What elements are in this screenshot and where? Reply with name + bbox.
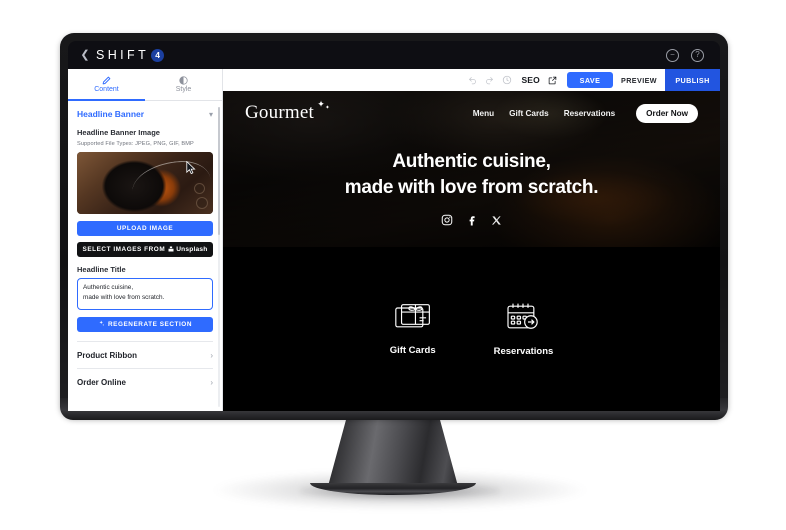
undo-icon[interactable] [464, 72, 481, 89]
site-header: Gourmet ✦ ✦ Menu Gift Cards Reservations… [223, 91, 720, 135]
accordion-order-online[interactable]: Order Online › [77, 368, 213, 395]
chevron-right-icon: › [210, 378, 213, 387]
select-unsplash-button[interactable]: SELECT IMAGES FROM Unsplash [77, 242, 213, 257]
brand-badge: 4 [151, 48, 165, 62]
sidebar-tabs: Content Style [68, 69, 222, 101]
nav-link-menu[interactable]: Menu [473, 109, 494, 118]
tab-style-label: Style [175, 86, 192, 93]
chevron-right-icon: › [210, 351, 213, 360]
image-field-label: Headline Banner Image [77, 128, 160, 137]
sparkle-icon: ✦ [317, 99, 325, 109]
card-reservations-label: Reservations [493, 345, 554, 357]
back-chevron-icon[interactable]: ❮ [78, 46, 92, 64]
redo-icon[interactable] [481, 72, 498, 89]
social-links [223, 214, 720, 226]
regenerate-section-button[interactable]: REGENERATE SECTION [77, 317, 213, 332]
titlebar-controls: − ? [666, 48, 704, 62]
pencil-icon [102, 76, 111, 85]
section-headline-banner[interactable]: Headline Banner ▾ [77, 109, 213, 119]
chevron-down-icon[interactable]: ▾ [209, 110, 213, 119]
card-gift-cards[interactable]: Gift Cards [390, 303, 436, 356]
thumbnail-bowl-1 [193, 183, 205, 194]
card-reservations[interactable]: Reservations [493, 302, 554, 357]
calendar-arrow-icon [506, 302, 540, 337]
monitor-scene: ❮ SHIFT 4 − ? Content Style Headline Ban… [0, 0, 786, 530]
instagram-icon[interactable] [441, 214, 453, 226]
tab-style[interactable]: Style [145, 69, 222, 100]
site-logo-text: Gourmet [245, 102, 314, 123]
sparkle-small-icon: ✦ [325, 105, 330, 111]
section-title: Headline Banner [77, 109, 145, 119]
unsplash-button-prefix: SELECT IMAGES FROM [82, 246, 166, 253]
site-logo[interactable]: Gourmet ✦ ✦ [245, 99, 330, 124]
shift4-logo: SHIFT 4 [96, 48, 165, 62]
unsplash-icon [168, 246, 174, 254]
publish-button[interactable]: PUBLISH [665, 69, 720, 91]
save-button[interactable]: SAVE [567, 72, 613, 88]
site-nav-links: Menu Gift Cards Reservations Order Now [473, 103, 698, 123]
history-clock-icon[interactable] [498, 72, 515, 89]
quick-links-band: Gift Cards Reservations [223, 247, 720, 411]
image-field-hint: Supported File Types: JPEG, PNG, GIF, BM… [77, 141, 194, 147]
banner-image-thumbnail[interactable] [77, 152, 213, 214]
brand-text: SHIFT [96, 48, 150, 62]
tab-content[interactable]: Content [68, 69, 145, 101]
app-window: Content Style Headline Banner ▾ Headline… [68, 69, 720, 411]
editor-toolbar: SEO SAVE PREVIEW PUBLISH [223, 69, 720, 91]
gift-card-icon [394, 303, 431, 336]
x-twitter-icon[interactable] [491, 214, 502, 226]
order-now-button[interactable]: Order Now [636, 103, 698, 123]
hero-headline-line1: Authentic cuisine, [392, 151, 551, 172]
nav-link-reservations[interactable]: Reservations [564, 109, 615, 118]
nav-link-gift-cards[interactable]: Gift Cards [509, 109, 549, 118]
monitor-stand-neck [327, 412, 459, 490]
minimize-circle-icon[interactable]: − [666, 48, 679, 62]
editor-sidebar: Content Style Headline Banner ▾ Headline… [68, 69, 223, 411]
upload-image-button[interactable]: UPLOAD IMAGE [77, 221, 213, 236]
card-gift-cards-label: Gift Cards [389, 344, 436, 356]
headline-title-label: Headline Title [77, 265, 126, 274]
facebook-icon[interactable] [466, 214, 478, 226]
app-titlebar: ❮ SHIFT 4 − ? [68, 41, 720, 69]
sidebar-scroll-area: Headline Banner ▾ Headline Banner Image … [68, 101, 222, 411]
accordion-product-ribbon-label: Product Ribbon [77, 351, 137, 360]
regenerate-label: REGENERATE SECTION [108, 321, 192, 328]
sidebar-scrollbar-thumb[interactable] [217, 107, 220, 235]
unsplash-brand: Unsplash [168, 246, 207, 254]
accordion-order-online-label: Order Online [77, 378, 126, 387]
external-link-icon[interactable] [544, 72, 561, 89]
accordion-product-ribbon[interactable]: Product Ribbon › [77, 341, 213, 368]
hero-headline: Authentic cuisine, made with love from s… [223, 149, 720, 200]
hero-section: Gourmet ✦ ✦ Menu Gift Cards Reservations… [223, 91, 720, 247]
sparkle-icon [98, 320, 105, 329]
unsplash-name: Unsplash [176, 246, 208, 253]
hero-headline-line2: made with love from scratch. [344, 176, 599, 198]
headline-title-input[interactable]: Authentic cuisine, made with love from s… [77, 278, 213, 310]
contrast-icon [179, 76, 188, 85]
seo-button[interactable]: SEO [521, 75, 540, 85]
tab-content-label: Content [94, 86, 119, 93]
thumbnail-bowl-2 [195, 196, 208, 209]
sidebar-scrollbar-track[interactable] [217, 107, 220, 407]
help-circle-icon[interactable]: ? [691, 48, 704, 62]
headline-title-value-line1: Authentic cuisine, [83, 284, 134, 291]
preview-canvas: SEO SAVE PREVIEW PUBLISH Gourmet ✦ ✦ Men… [223, 69, 720, 411]
headline-title-value-line2: made with love from scratch. [83, 293, 165, 301]
preview-button[interactable]: PREVIEW [613, 69, 665, 91]
